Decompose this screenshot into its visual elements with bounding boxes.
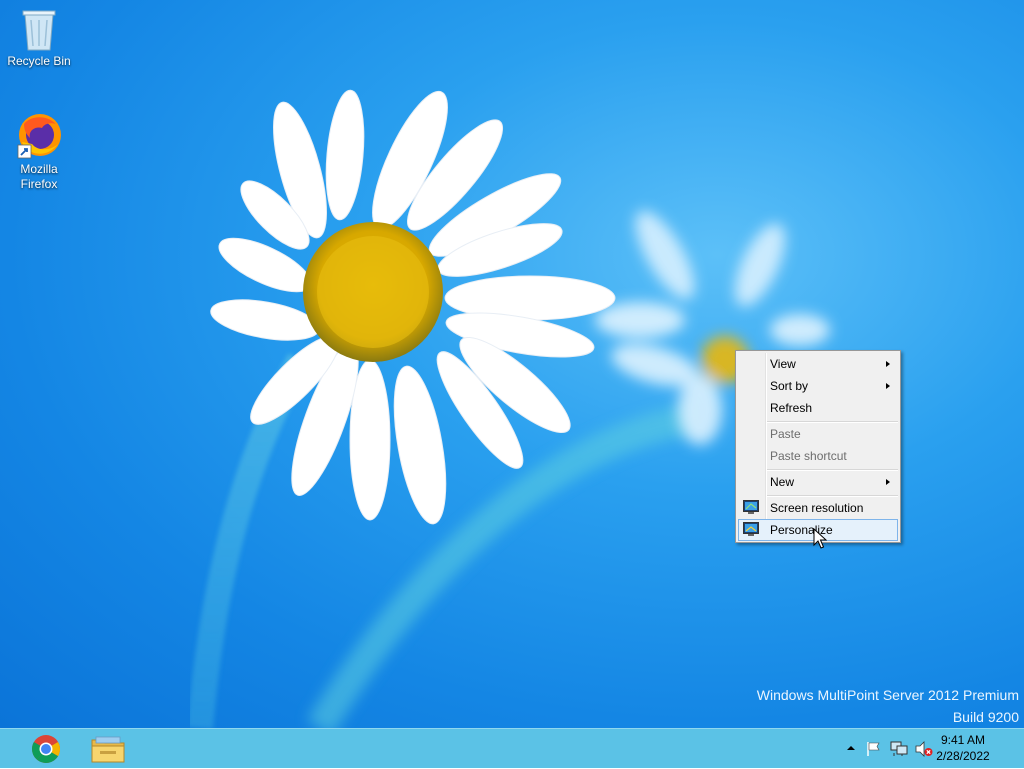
watermark-edition: Windows MultiPoint Server 2012 Premium — [756, 687, 1019, 703]
file-explorer-icon — [91, 736, 125, 763]
desktop-icon-firefox[interactable]: Mozilla Firefox — [3, 112, 75, 192]
desktop-icon-label: Mozilla Firefox — [20, 162, 58, 191]
os-watermark: Windows MultiPoint Server 2012 Premium B… — [757, 684, 1019, 728]
chrome-icon — [32, 735, 60, 763]
desktop-icon-recycle-bin[interactable]: Recycle Bin — [3, 6, 75, 69]
menu-item-paste[interactable]: Paste — [738, 423, 898, 445]
taskbar-chrome-button[interactable] — [24, 732, 68, 766]
menu-item-label: Screen resolution — [770, 501, 864, 515]
menu-item-label: Paste shortcut — [770, 449, 847, 463]
mouse-pointer-icon — [813, 528, 827, 549]
menu-item-label: Refresh — [770, 401, 813, 415]
monitor-icon — [743, 522, 759, 536]
menu-item-refresh[interactable]: Refresh — [738, 397, 898, 419]
menu-item-label: View — [770, 357, 796, 371]
taskbar: 9:41 AM 2/28/2022 — [0, 728, 1024, 768]
watermark-build: Build 9200 — [952, 709, 1019, 725]
desktop-icon-label: Recycle Bin — [7, 54, 71, 68]
action-center-flag-icon[interactable] — [866, 741, 882, 757]
submenu-arrow-icon — [886, 383, 890, 389]
menu-item-label: New — [770, 475, 795, 489]
menu-item-sort-by[interactable]: Sort by — [738, 375, 898, 397]
clock-date: 2/28/2022 — [936, 749, 990, 763]
menu-item-screen-resolution[interactable]: Screen resolution — [738, 497, 898, 519]
desktop[interactable]: Recycle Bin Mozilla Firefox Windows Mult… — [0, 0, 1024, 728]
network-icon[interactable] — [890, 741, 908, 757]
menu-item-new[interactable]: New — [738, 471, 898, 493]
firefox-icon — [17, 114, 61, 159]
menu-item-label: Sort by — [770, 379, 809, 393]
submenu-arrow-icon — [886, 361, 890, 367]
menu-item-view[interactable]: View — [738, 353, 898, 375]
taskbar-file-explorer-button[interactable] — [86, 732, 130, 766]
clock-time: 9:41 AM — [940, 733, 986, 747]
recycle-bin-icon — [22, 10, 56, 51]
taskbar-clock[interactable]: 9:41 AM 2/28/2022 — [928, 732, 998, 764]
monitor-icon — [743, 500, 759, 514]
menu-item-paste-shortcut[interactable]: Paste shortcut — [738, 445, 898, 467]
submenu-arrow-icon — [886, 479, 890, 485]
desktop-context-menu: View Sort by Refresh Paste Paste shortcu… — [735, 350, 901, 543]
menu-item-label: Paste — [770, 427, 801, 441]
show-hidden-icons-icon[interactable] — [847, 745, 855, 751]
